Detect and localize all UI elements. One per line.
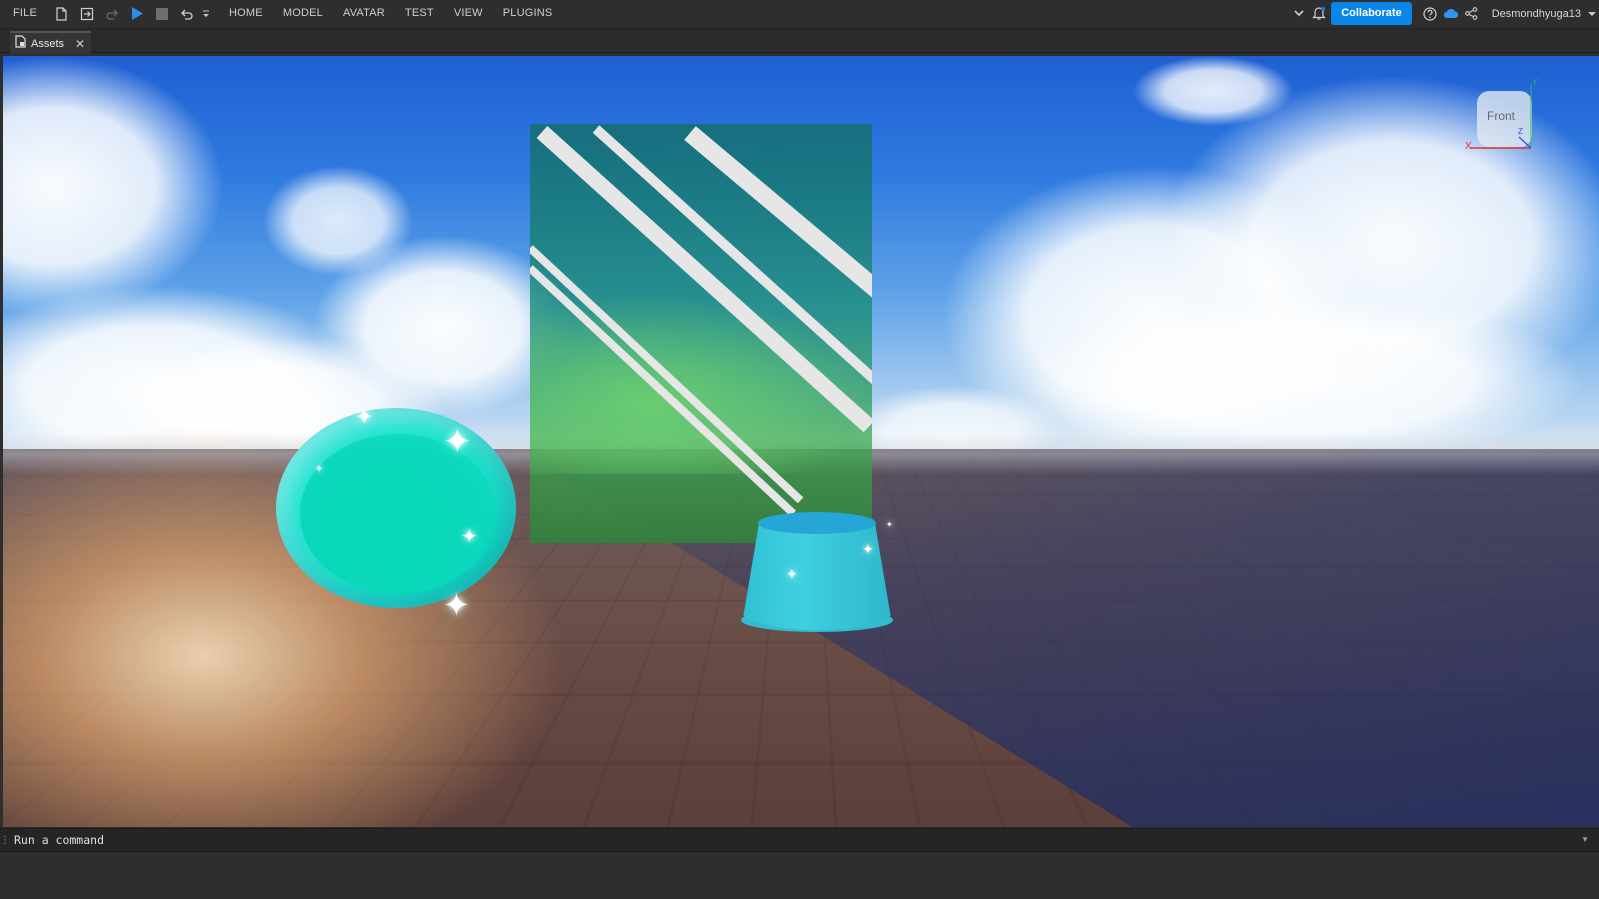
help-icon[interactable]: [1420, 0, 1440, 27]
sparkle-icon: ✦: [315, 464, 324, 475]
cylinder-cup-part[interactable]: [741, 512, 893, 632]
cup-rim: [758, 512, 876, 534]
z-axis-label: Z: [1518, 127, 1523, 136]
sparkle-icon: ✦: [886, 520, 893, 529]
tab-avatar[interactable]: AVATAR: [333, 0, 395, 27]
new-file-icon[interactable]: [49, 0, 74, 27]
expand-chevron-icon[interactable]: [1289, 0, 1309, 27]
document-icon: [15, 34, 26, 53]
sparkle-icon: ✦: [443, 423, 472, 461]
x-axis-label: X: [1465, 141, 1472, 152]
quick-access-dropdown-icon[interactable]: [199, 0, 213, 27]
play-icon[interactable]: [124, 0, 149, 27]
tab-assets[interactable]: Assets ✕: [10, 31, 92, 54]
user-dropdown-icon[interactable]: [1585, 0, 1599, 27]
view-orientation-gizmo[interactable]: Front X Y Z: [1465, 78, 1544, 157]
tab-test[interactable]: TEST: [395, 0, 444, 27]
redo-icon[interactable]: [99, 0, 124, 27]
tab-assets-label: Assets: [31, 37, 65, 50]
username-label[interactable]: Desmondhyuga13: [1492, 8, 1581, 20]
glass-panel-part[interactable]: [530, 124, 872, 543]
grip-handle-icon[interactable]: ⋮: [0, 828, 10, 852]
command-history-dropdown-icon[interactable]: ▼: [1581, 835, 1589, 844]
tab-home[interactable]: HOME: [219, 0, 273, 27]
cloud-icon[interactable]: [1440, 0, 1462, 27]
cup-body: [741, 522, 893, 630]
glass-sphere-part[interactable]: [276, 408, 516, 608]
y-axis-label: Y: [1532, 78, 1538, 87]
sparkle-icon: ✦: [461, 526, 478, 548]
notifications-icon[interactable]: [1309, 0, 1329, 27]
sparkle-icon: ✦: [355, 404, 374, 429]
collaborate-button[interactable]: Collaborate: [1331, 2, 1412, 25]
3d-viewport[interactable]: ✦ ✦ ✦ ✦ ✦ ✦ ✦ ✦ Front X Y Z: [3, 56, 1599, 827]
stop-icon[interactable]: [149, 0, 174, 27]
command-bar: ⋮ Run a command ▼: [0, 828, 1599, 852]
share-icon[interactable]: [1462, 0, 1482, 27]
open-place-icon[interactable]: [74, 0, 99, 27]
tab-view[interactable]: VIEW: [444, 0, 493, 27]
command-input[interactable]: Run a command: [14, 833, 104, 847]
sparkle-icon: ✦: [786, 566, 798, 582]
tab-model[interactable]: MODEL: [273, 0, 333, 27]
axis-lines: [1470, 85, 1532, 149]
undo-icon[interactable]: [174, 0, 199, 27]
top-menu-bar: FILE HOME MODEL AVATAR TEST VIEW PLUGINS…: [0, 0, 1599, 27]
close-icon[interactable]: ✕: [75, 37, 85, 51]
document-tab-strip: Assets ✕: [0, 28, 1599, 54]
status-area: [0, 852, 1599, 899]
sparkle-icon: ✦: [862, 541, 874, 557]
file-menu[interactable]: FILE: [0, 0, 49, 27]
sparkle-icon: ✦: [443, 587, 470, 623]
cloud: [1133, 56, 1293, 126]
tab-plugins[interactable]: PLUGINS: [493, 0, 563, 27]
